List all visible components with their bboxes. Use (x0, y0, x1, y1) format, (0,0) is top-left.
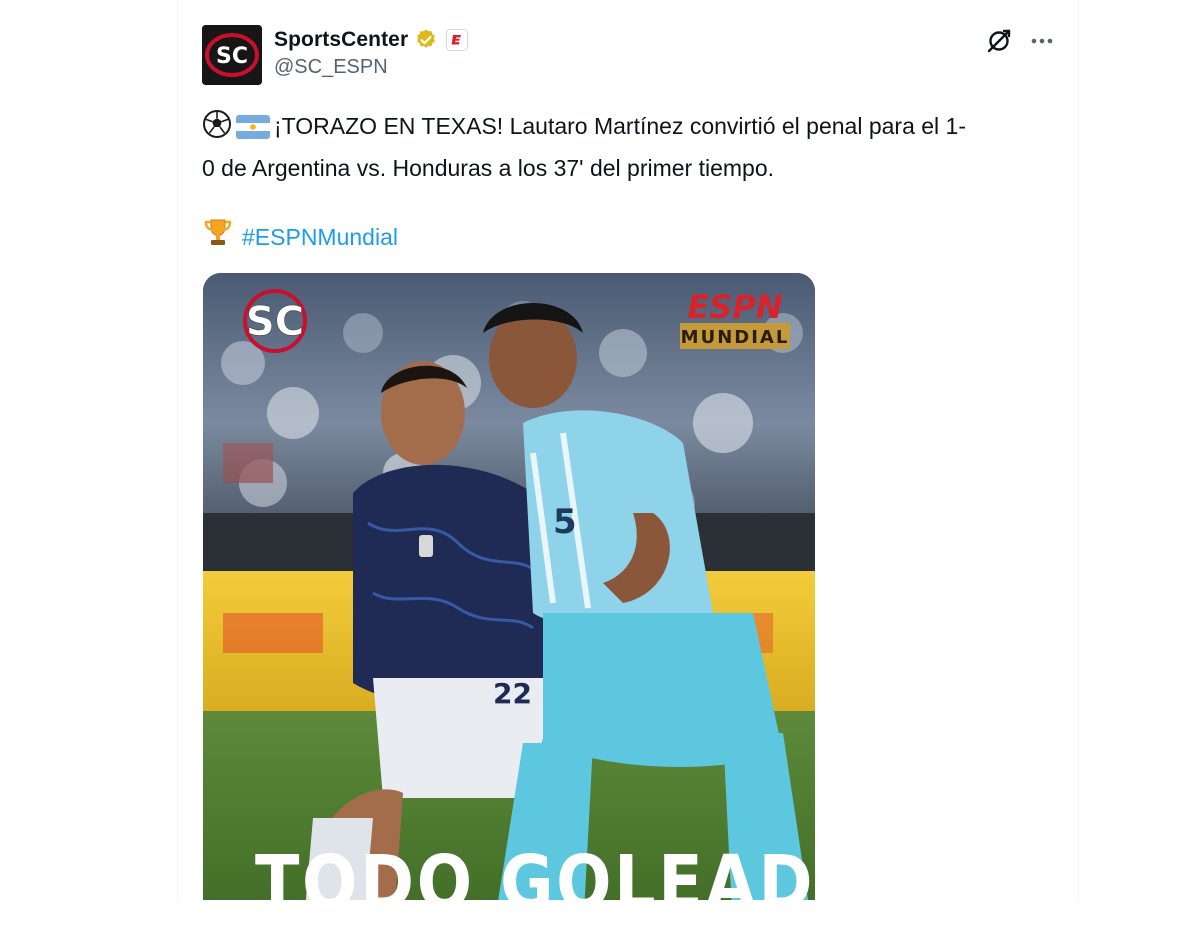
sc-logo: SC (243, 289, 307, 353)
sc-logo-text: SC (246, 299, 304, 345)
avatar-text: SC (216, 44, 248, 69)
espn-mundial-logo: ESPN MUNDIAL (680, 288, 790, 349)
page: SC SportsCenter @SC_ESPN ¡TORAZO EN TEXA… (0, 0, 1200, 900)
author-handle[interactable]: @SC_ESPN (274, 56, 468, 79)
author-info: SportsCenter @SC_ESPN (274, 25, 469, 79)
grok-icon[interactable] (985, 27, 1013, 55)
argentina-flag-icon (236, 113, 270, 150)
more-options-icon[interactable] (1028, 27, 1056, 55)
espn-affiliate-icon[interactable] (446, 29, 469, 51)
tweet-text-line-2: 0 de Argentina vs. Honduras a los 37' de… (202, 155, 775, 181)
author-display-name[interactable]: SportsCenter (274, 28, 408, 52)
tweet-media-image[interactable]: 22 5 SC ESPN MUNDIAL (203, 273, 815, 900)
espn-logo-text: ESPN (687, 288, 782, 326)
verified-badge-icon (414, 28, 438, 52)
tweet-text: ¡TORAZO EN TEXAS! Lautaro Martínez convi… (202, 108, 1052, 187)
jersey-number-right: 5 (553, 502, 577, 542)
author-avatar[interactable]: SC (202, 25, 262, 85)
espn-sub-text: MUNDIAL (681, 327, 790, 348)
media-overlay-headline: TODO GOLEADOR (255, 840, 926, 926)
name-row: SportsCenter (274, 25, 469, 55)
jersey-number-left: 22 (493, 677, 532, 710)
tweet-text-line-1: ¡TORAZO EN TEXAS! Lautaro Martínez convi… (274, 113, 966, 139)
trophy-icon (202, 217, 234, 258)
hashtag-link[interactable]: #ESPNMundial (242, 219, 398, 256)
tweet-card[interactable]: SC SportsCenter @SC_ESPN ¡TORAZO EN TEXA… (177, 0, 1079, 900)
hashtag-line: #ESPNMundial (202, 217, 398, 258)
soccer-ball-icon (202, 109, 232, 150)
